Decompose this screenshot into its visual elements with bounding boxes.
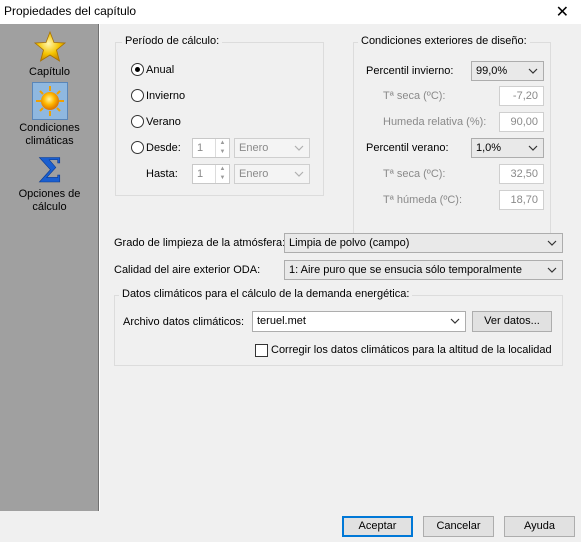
percentil-invierno-label: Percentil invierno: [366,65,454,77]
sidebar-item-label: Capítulo [29,66,70,78]
chevron-down-icon [547,240,557,246]
spin-up-icon[interactable]: ▲ [216,139,229,148]
condiciones-group: Condiciones exteriores de diseño: Percen… [353,35,551,240]
sidebar-item-label: Opciones de cálculo [18,188,81,213]
svg-text:Σ: Σ [37,152,61,186]
humedad-relativa-field[interactable]: 90,00 [499,112,544,132]
main-content: Período de cálculo: Anual Invierno Veran… [100,24,581,511]
aceptar-button[interactable]: Aceptar [342,516,413,537]
sigma-icon: Σ [37,152,62,186]
ts-verano-field[interactable]: 32,50 [499,164,544,184]
chevron-down-icon [528,68,538,74]
radio-button[interactable] [131,141,144,154]
hasta-day-spinner[interactable]: 1 ▲ ▼ [192,164,230,184]
chevron-down-icon [294,171,304,177]
close-button[interactable]: ✕ [556,2,569,22]
hasta-label: Hasta: [146,168,178,180]
grado-limpieza-select[interactable]: Limpia de polvo (campo) [284,233,563,253]
title-bar: Propiedades del capítulo ✕ [0,0,581,24]
desde-month-select[interactable]: Enero [234,138,310,158]
th-verano-field[interactable]: 18,70 [499,190,544,210]
radio-button[interactable] [131,63,144,76]
condiciones-title: Condiciones exteriores de diseño: [358,35,530,47]
sidebar: Capítulo Condiciones climáticas Σ Opcion… [0,24,99,511]
calidad-aire-label: Calidad del aire exterior ODA: [114,264,261,276]
select-value: 99,0% [476,65,508,77]
select-value: 1: Aire puro que se ensucia sólo tempora… [289,264,522,276]
cancelar-button[interactable]: Cancelar [423,516,494,537]
chevron-down-icon [528,145,538,151]
select-value: Limpia de polvo (campo) [289,237,410,249]
ts-invierno-field[interactable]: -7,20 [499,86,544,106]
spinner-value: 1 [197,142,204,154]
window-title: Propiedades del capítulo [4,4,137,18]
field-value: 18,70 [510,194,538,206]
corregir-checkbox[interactable] [255,344,268,357]
radio-invierno[interactable]: Invierno [131,89,185,102]
periodo-group: Período de cálculo: Anual Invierno Veran… [115,35,324,196]
grado-limpieza-label: Grado de limpieza de la atmósfera: [114,237,286,249]
datos-climaticos-group: Datos climáticos para el cálculo de la d… [114,288,563,366]
archivo-select[interactable]: teruel.met [252,311,466,332]
sidebar-item-opciones-calculo[interactable]: Σ Opciones de cálculo [0,152,99,214]
select-value: Enero [239,168,269,180]
spin-down-icon[interactable]: ▼ [216,174,229,183]
percentil-invierno-select[interactable]: 99,0% [471,61,544,81]
select-value: teruel.met [257,315,306,327]
spin-up-icon[interactable]: ▲ [216,165,229,174]
radio-label: Verano [146,115,181,128]
field-value: 32,50 [510,168,538,180]
radio-button[interactable] [131,115,144,128]
desde-day-spinner[interactable]: 1 ▲ ▼ [192,138,230,158]
radio-desde[interactable]: Desde: [131,141,181,154]
radio-verano[interactable]: Verano [131,115,181,128]
th-verano-label: Tª húmeda (ºC): [383,194,462,206]
archivo-label: Archivo datos climáticos: [123,316,245,328]
sidebar-item-condiciones-climaticas[interactable]: Condiciones climáticas [0,82,99,148]
radio-label: Invierno [146,89,186,102]
ts-invierno-label: Tª seca (ºC): [383,90,446,102]
field-value: -7,20 [512,90,538,102]
percentil-verano-label: Percentil verano: [366,142,449,154]
periodo-title: Período de cálculo: [122,35,223,47]
spinner-value: 1 [197,168,204,180]
percentil-verano-select[interactable]: 1,0% [471,138,544,158]
select-value: Enero [239,142,269,154]
hasta-month-select[interactable]: Enero [234,164,310,184]
radio-button[interactable] [131,89,144,102]
humedad-relativa-label: Humeda relativa (%): [383,116,487,128]
spin-down-icon[interactable]: ▼ [216,148,229,157]
field-value: 90,00 [510,116,538,128]
radio-anual[interactable]: Anual [131,63,174,76]
radio-label: Anual [146,63,175,76]
ver-datos-button[interactable]: Ver datos... [472,311,552,332]
sidebar-item-capitulo[interactable]: Capítulo [0,30,99,79]
star-icon [33,30,66,62]
ayuda-button[interactable]: Ayuda [504,516,575,537]
chevron-down-icon [547,267,557,273]
sun-icon-frame [31,82,68,120]
select-value: 1,0% [476,142,502,154]
datos-climaticos-title: Datos climáticos para el cálculo de la d… [119,288,413,300]
calidad-aire-select[interactable]: 1: Aire puro que se ensucia sólo tempora… [284,260,563,280]
sun-icon [35,86,64,116]
dialog-button-bar: Aceptar Cancelar Ayuda [0,511,581,542]
corregir-label: Corregir los datos climáticos para la al… [271,344,552,356]
ts-verano-label: Tª seca (ºC): [383,168,446,180]
chevron-down-icon [450,318,460,324]
chevron-down-icon [294,145,304,151]
sidebar-item-label: Condiciones climáticas [19,122,80,147]
radio-label: Desde: [146,141,181,154]
